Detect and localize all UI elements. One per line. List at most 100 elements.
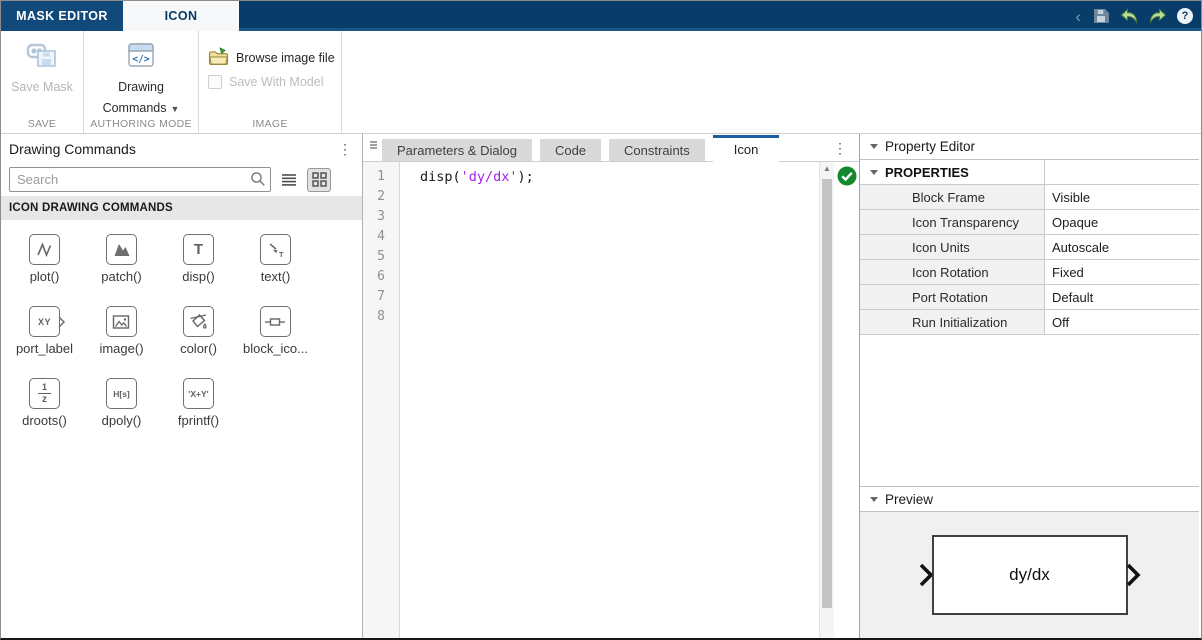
command-image[interactable]: image() <box>99 306 143 356</box>
main-area: Drawing Commands ⋮ ICON DRAWING COMMANDS <box>1 134 1201 638</box>
undo-icon[interactable] <box>1119 8 1139 24</box>
property-value[interactable]: Fixed <box>1044 260 1199 284</box>
ribbon-group-save: Save Mask SAVE <box>1 31 84 133</box>
ribbon-group-authoring-label: AUTHORING MODE <box>84 118 198 130</box>
code-editor[interactable]: 1 2 3 4 5 6 7 8 disp('dy/dx'); ▲ <box>363 162 859 638</box>
preview-area: dy/dx <box>860 512 1199 638</box>
property-editor-panel: Property Editor PROPERTIES Block Frame V… <box>860 134 1199 638</box>
properties-section-row[interactable]: PROPERTIES <box>860 160 1199 185</box>
property-name: Run Initialization <box>860 310 1044 334</box>
code-valid-check-icon <box>837 166 857 186</box>
collapse-chevron-icon[interactable]: ‹ <box>1075 8 1081 25</box>
save-with-model-checkbox-row[interactable]: Save With Model <box>208 75 323 89</box>
svg-text:T: T <box>279 250 284 259</box>
command-text[interactable]: T text() <box>260 234 291 284</box>
collapse-triangle-icon[interactable] <box>870 144 878 149</box>
disp-icon: T <box>183 234 214 265</box>
browse-image-file-label: Browse image file <box>236 51 335 65</box>
property-row-icon-rotation: Icon Rotation Fixed <box>860 260 1199 285</box>
section-triangle-icon[interactable] <box>870 170 878 175</box>
tab-icon[interactable]: ICON <box>123 1 239 31</box>
drawing-commands-panel-title: Drawing Commands <box>9 141 136 157</box>
dropdown-arrow-icon: ▼ <box>171 104 180 114</box>
property-value[interactable]: Opaque <box>1044 210 1199 234</box>
property-value[interactable]: Default <box>1044 285 1199 309</box>
command-disp[interactable]: T disp() <box>182 234 215 284</box>
code-text[interactable]: disp('dy/dx'); <box>400 162 819 638</box>
tab-list-icon[interactable] <box>368 138 379 156</box>
icon-drawing-commands-header: ICON DRAWING COMMANDS <box>1 196 362 220</box>
command-plot[interactable]: plot() <box>29 234 60 284</box>
save-icon[interactable] <box>1092 8 1110 24</box>
scroll-up-arrow-icon[interactable]: ▲ <box>820 164 834 173</box>
property-name: Block Frame <box>860 185 1044 209</box>
tab-icon-doc[interactable]: Icon <box>713 135 780 162</box>
code-string-literal: 'dy/dx' <box>461 169 518 185</box>
document-tabstrip: Parameters & Dialog Code Constraints Ico… <box>363 134 859 162</box>
folder-icon <box>208 47 229 69</box>
property-value[interactable]: Autoscale <box>1044 235 1199 259</box>
command-color[interactable]: color() <box>180 306 217 356</box>
list-view-button[interactable] <box>277 168 301 192</box>
drawing-commands-panel: Drawing Commands ⋮ ICON DRAWING COMMANDS <box>1 134 363 638</box>
block-icon-icon <box>260 306 291 337</box>
command-port-label[interactable]: XY port_label <box>16 306 73 356</box>
image-icon <box>106 306 137 337</box>
property-row-icon-transparency: Icon Transparency Opaque <box>860 210 1199 235</box>
quick-access-toolbar: ‹ ? <box>1075 1 1201 31</box>
browse-image-file-button[interactable]: Browse image file <box>208 47 335 69</box>
preview-title: Preview <box>885 492 933 507</box>
property-row-block-frame: Block Frame Visible <box>860 185 1199 210</box>
property-row-run-initialization: Run Initialization Off <box>860 310 1199 335</box>
preview-header[interactable]: Preview <box>860 486 1199 512</box>
help-icon[interactable]: ? <box>1177 8 1193 24</box>
editor-scrollbar[interactable]: ▲ <box>819 162 834 638</box>
color-icon <box>183 306 214 337</box>
command-droots[interactable]: 1 z droots() <box>22 378 67 428</box>
panel-menu-kebab-icon[interactable]: ⋮ <box>338 142 352 156</box>
ribbon-group-image-label: IMAGE <box>199 118 341 130</box>
redo-icon[interactable] <box>1148 8 1168 24</box>
checkbox-icon[interactable] <box>208 75 222 89</box>
code-line-1: disp('dy/dx'); <box>420 167 819 187</box>
scrollbar-thumb[interactable] <box>822 179 832 608</box>
property-name: Icon Transparency <box>860 210 1044 234</box>
port-label-icon: XY <box>29 306 60 337</box>
svg-text:</>: </> <box>132 54 149 65</box>
mask-editor-window: MASK EDITOR ICON ‹ ? <box>0 0 1202 640</box>
property-editor-header[interactable]: Property Editor <box>860 134 1199 160</box>
command-dpoly[interactable]: H[s] dpoly() <box>102 378 142 428</box>
search-input[interactable] <box>9 167 271 192</box>
ribbon: Save Mask SAVE </> Drawing Commands▼ AUT… <box>1 31 1201 134</box>
property-value[interactable]: Visible <box>1044 185 1199 209</box>
drawing-commands-label-line2: Commands▼ <box>103 100 180 118</box>
drawing-commands-icon: </> <box>126 40 156 75</box>
property-editor-empty-area <box>860 335 1199 486</box>
tab-parameters-dialog[interactable]: Parameters & Dialog <box>382 139 532 161</box>
preview-triangle-icon[interactable] <box>870 497 878 502</box>
code-status-column <box>834 162 859 638</box>
save-mask-button[interactable]: Save Mask <box>11 40 73 96</box>
save-mask-label: Save Mask <box>11 79 73 96</box>
property-name: Icon Rotation <box>860 260 1044 284</box>
tab-constraints[interactable]: Constraints <box>609 139 705 161</box>
search-icon <box>250 171 266 192</box>
tab-code[interactable]: Code <box>540 139 601 161</box>
command-fprintf[interactable]: 'X+Y' fprintf() <box>178 378 219 428</box>
property-name: Icon Units <box>860 235 1044 259</box>
patch-icon <box>106 234 137 265</box>
tabstrip-kebab-icon[interactable]: ⋮ <box>833 140 847 157</box>
property-row-icon-units: Icon Units Autoscale <box>860 235 1199 260</box>
text-icon: T <box>260 234 291 265</box>
grid-view-button[interactable] <box>307 168 331 192</box>
droots-icon: 1 z <box>29 378 60 409</box>
ribbon-group-authoring: </> Drawing Commands▼ AUTHORING MODE <box>84 31 199 133</box>
line-number-gutter: 1 2 3 4 5 6 7 8 <box>363 162 400 638</box>
command-patch[interactable]: patch() <box>101 234 141 284</box>
command-grid: plot() patch() T disp() <box>1 220 362 428</box>
tab-mask-editor[interactable]: MASK EDITOR <box>1 1 123 31</box>
plot-icon <box>29 234 60 265</box>
property-value[interactable]: Off <box>1044 310 1199 334</box>
command-block-icon[interactable]: block_ico... <box>243 306 308 356</box>
drawing-commands-button[interactable]: </> Drawing Commands▼ <box>103 40 180 118</box>
